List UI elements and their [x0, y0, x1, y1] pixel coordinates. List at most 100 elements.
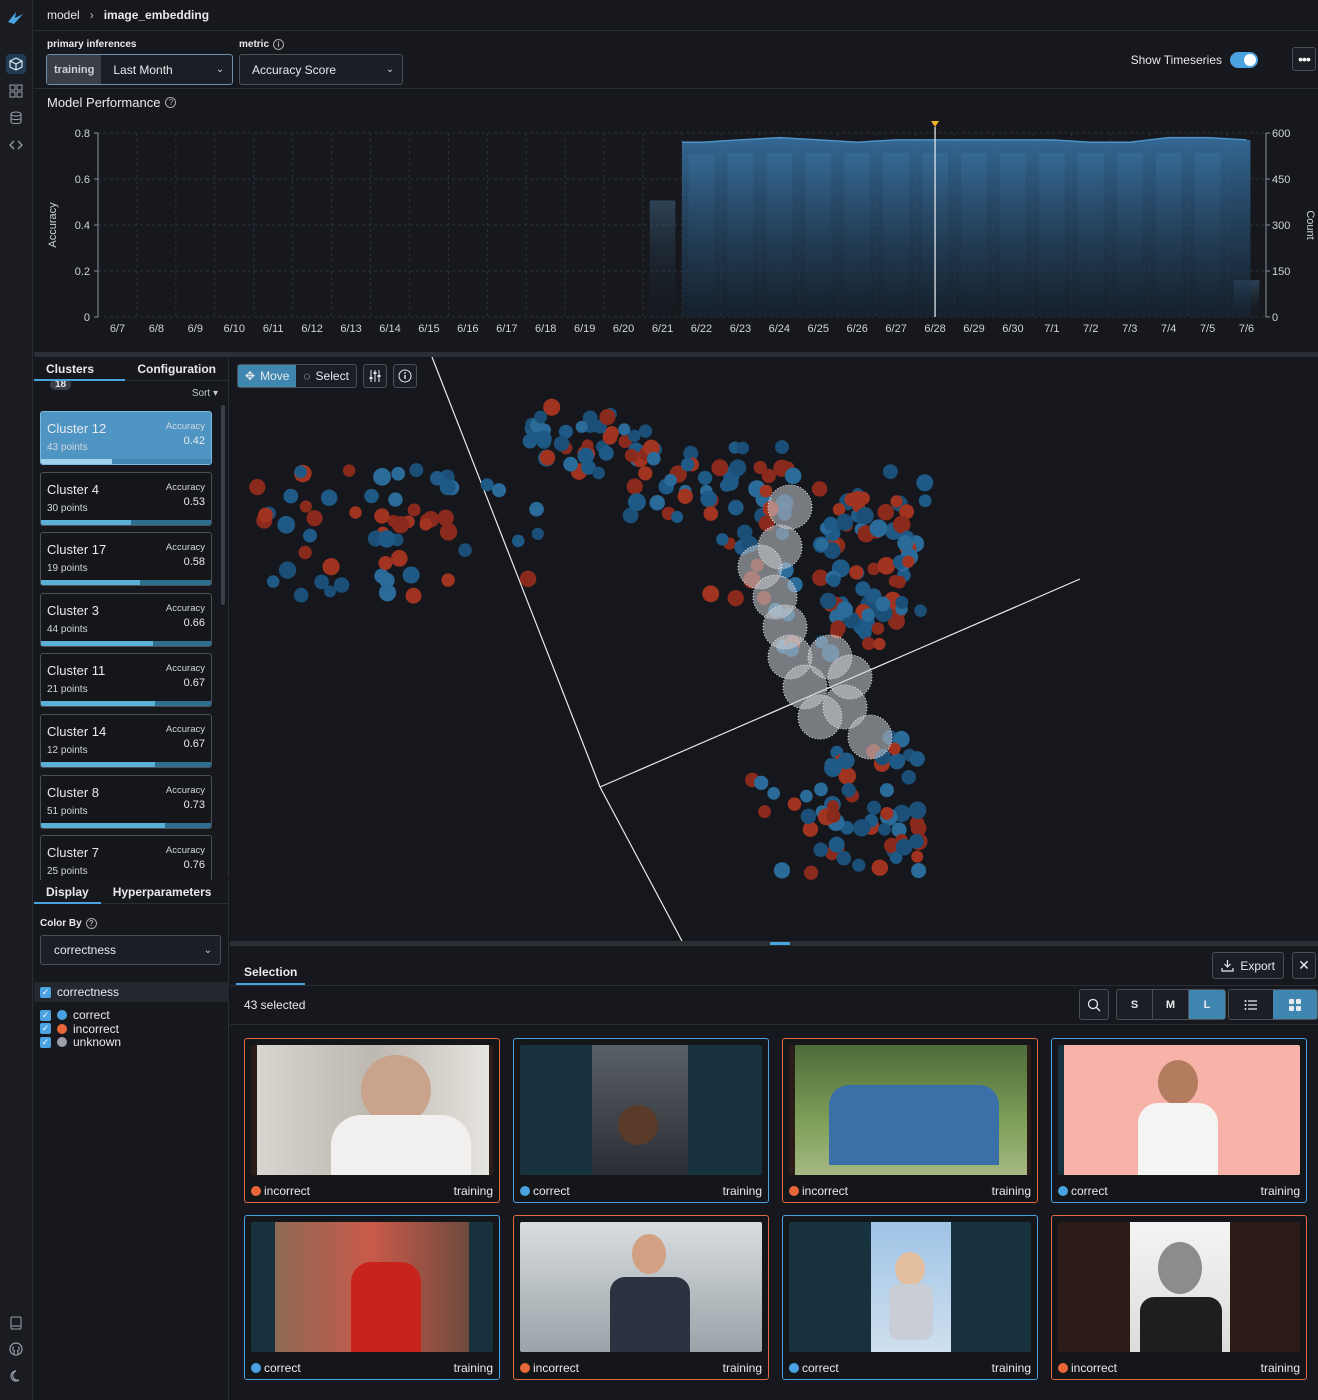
cluster-points: 25 points	[47, 866, 88, 878]
point-cloud-canvas[interactable]	[230, 357, 1318, 941]
cluster-list-scrollbar[interactable]	[221, 405, 225, 605]
selection-tile[interactable]: correct training	[244, 1215, 500, 1380]
selection-tile[interactable]: correct training	[782, 1215, 1038, 1380]
data-point	[535, 430, 552, 448]
x-tick-label: 6/20	[613, 323, 634, 335]
breadcrumb-chevron-icon: ›	[89, 8, 94, 22]
clusters-panel: Clusters 18 Configuration Sort ▾ Cluster …	[34, 357, 229, 890]
search-button[interactable]	[1079, 989, 1109, 1020]
selection-tile[interactable]: incorrect training	[1051, 1215, 1307, 1380]
github-icon[interactable]	[6, 1339, 26, 1359]
tab-selection[interactable]: Selection	[236, 961, 306, 985]
legend-item[interactable]: ✓ correct	[40, 1008, 110, 1022]
docs-icon[interactable]	[6, 1313, 26, 1333]
data-point	[392, 516, 410, 534]
info-button[interactable]	[392, 364, 417, 388]
tab-hyperparameters[interactable]: Hyperparameters	[101, 880, 224, 903]
data-point	[814, 782, 828, 797]
data-point	[729, 459, 747, 477]
cluster-card[interactable]: Cluster 3 44 points Accuracy 0.66	[40, 592, 212, 647]
data-point	[826, 808, 841, 823]
legend-item[interactable]: ✓ incorrect	[40, 1022, 119, 1036]
export-button[interactable]: Export	[1212, 952, 1284, 979]
checkbox-icon[interactable]: ✓	[40, 1036, 51, 1048]
size-m-button[interactable]: M	[1153, 990, 1189, 1019]
selection-tile[interactable]: correct training	[1051, 1038, 1307, 1203]
count-bar	[649, 200, 676, 317]
checkbox-icon[interactable]: ✓	[40, 986, 51, 998]
data-point	[918, 494, 932, 508]
x-tick-label: 6/18	[535, 323, 556, 335]
selection-tile[interactable]: correct training	[513, 1038, 769, 1203]
checkbox-icon[interactable]: ✓	[40, 1009, 51, 1021]
show-timeseries-toggle[interactable]	[1230, 52, 1258, 68]
data-point	[803, 865, 819, 880]
data-point	[880, 806, 894, 820]
performance-chart[interactable]: 0.8 0.6 0.4 0.2 0 600 450 300 150 0 6/7 6/8 6/9 6/10 6…	[34, 90, 1318, 352]
theme-moon-icon[interactable]	[6, 1366, 26, 1386]
point-cloud-view[interactable]: ✥ Move ◌ Select	[230, 357, 1318, 941]
data-point	[856, 507, 874, 525]
cluster-card[interactable]: Cluster 8 51 points Accuracy 0.73	[40, 774, 212, 829]
grid-view-button[interactable]	[1273, 990, 1317, 1019]
cluster-card[interactable]: Cluster 12 43 points Accuracy 0.42	[40, 411, 212, 465]
x-tick-label: 6/8	[149, 323, 164, 335]
data-point	[787, 797, 802, 811]
data-point	[703, 506, 719, 521]
breadcrumb: model › image_embedding	[34, 0, 1318, 31]
data-point	[388, 492, 403, 507]
move-button[interactable]: ✥ Move	[238, 365, 297, 387]
tab-clusters[interactable]: Clusters 18	[34, 357, 126, 390]
list-view-button[interactable]	[1229, 990, 1273, 1019]
thumbnail-image	[789, 1222, 1031, 1352]
tab-configuration[interactable]: Configuration	[125, 357, 228, 380]
cluster-list: Cluster 12 43 points Accuracy 0.42 Cluster 4…	[40, 411, 212, 896]
sort-button[interactable]: Sort ▾	[192, 388, 218, 399]
legend-group-toggle[interactable]: ✓ correctness	[34, 982, 229, 1002]
breadcrumb-root[interactable]: model	[47, 8, 80, 22]
size-s-button[interactable]: S	[1117, 990, 1153, 1019]
data-point	[819, 592, 837, 610]
select-button[interactable]: ◌ Select	[296, 365, 356, 387]
data-point	[638, 466, 653, 481]
data-point	[539, 449, 556, 466]
cluster-card[interactable]: Cluster 17 19 points Accuracy 0.58	[40, 532, 212, 587]
color-by-select[interactable]: correctness ⌄	[40, 935, 221, 965]
code-icon[interactable]	[6, 135, 26, 155]
data-point	[901, 769, 917, 785]
cluster-card[interactable]: Cluster 4 30 points Accuracy 0.53	[40, 471, 212, 526]
settings-sliders-button[interactable]	[362, 364, 387, 388]
thumbnail-image	[520, 1222, 762, 1352]
size-l-button[interactable]: L	[1189, 990, 1225, 1019]
tile-label: correct	[251, 1361, 301, 1375]
selection-tile[interactable]: incorrect training	[782, 1038, 1038, 1203]
metric-select[interactable]: Accuracy Score ⌄	[239, 54, 403, 85]
data-point	[664, 473, 677, 487]
cluster-card[interactable]: Cluster 11 21 points Accuracy 0.67	[40, 653, 212, 708]
data-point	[627, 493, 646, 512]
data-point	[916, 474, 934, 492]
primary-inferences-select[interactable]: training Last Month ⌄	[46, 54, 233, 85]
more-options-button[interactable]: •••	[1292, 47, 1316, 71]
database-icon[interactable]	[6, 108, 26, 128]
y2-tick-label: 150	[1272, 266, 1290, 278]
show-timeseries-label: Show Timeseries	[1130, 53, 1222, 67]
tab-display[interactable]: Display	[34, 880, 101, 904]
tile-label: incorrect	[520, 1361, 579, 1375]
accuracy-bar	[41, 640, 211, 646]
info-icon[interactable]: i	[273, 39, 285, 50]
selection-tile[interactable]: incorrect training	[244, 1038, 500, 1203]
data-point	[775, 440, 789, 455]
list-icon	[1244, 999, 1257, 1010]
cluster-card[interactable]: Cluster 14 12 points Accuracy 0.67	[40, 713, 212, 768]
selection-tile[interactable]: incorrect training	[513, 1215, 769, 1380]
help-icon[interactable]: ?	[85, 918, 97, 929]
grid-icon[interactable]	[6, 81, 26, 101]
legend-item[interactable]: ✓ unknown	[40, 1035, 121, 1049]
close-selection-button[interactable]: ✕	[1292, 952, 1316, 979]
model-cube-icon[interactable]	[6, 54, 26, 74]
data-point	[677, 488, 693, 504]
checkbox-icon[interactable]: ✓	[40, 1023, 51, 1034]
data-point	[374, 508, 390, 524]
x-tick-label: 6/24	[769, 323, 790, 335]
